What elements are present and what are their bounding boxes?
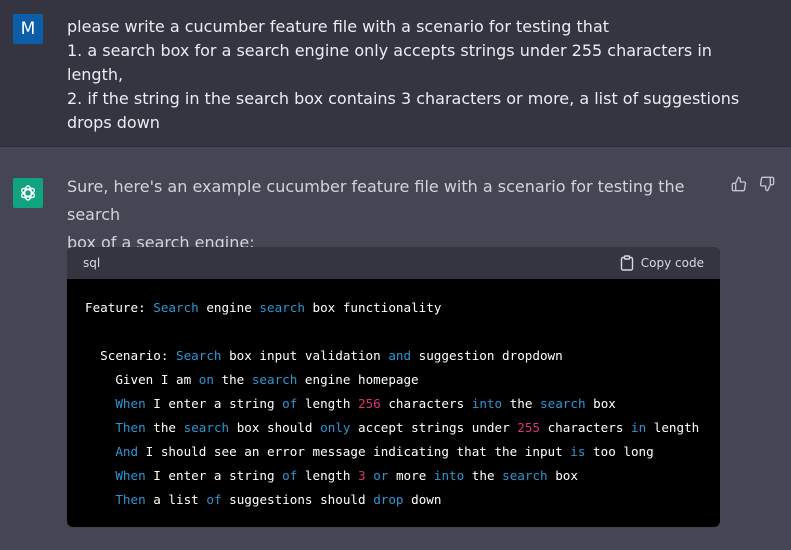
code-text: box functionality <box>304 300 442 315</box>
user-message-row: M please write a cucumber feature file w… <box>0 0 791 147</box>
assistant-message-line: Sure, here's an example cucumber feature… <box>67 177 685 224</box>
code-line: Then the search box should only accept s… <box>85 416 702 440</box>
code-text: characters <box>380 396 472 411</box>
code-keyword: only <box>320 420 351 435</box>
code-text: the <box>145 420 184 435</box>
code-keyword: Then <box>115 420 146 435</box>
code-text: length <box>297 468 359 483</box>
code-keyword: into <box>433 468 465 483</box>
code-text: accept strings under <box>350 420 518 435</box>
code-number: 255 <box>517 420 541 435</box>
thumbs-down-icon <box>759 176 775 192</box>
code-text: Given I am <box>85 372 199 387</box>
code-text: box <box>585 396 616 411</box>
code-text: down <box>403 492 442 507</box>
code-content: Feature: Search engine search box functi… <box>67 279 720 527</box>
code-keyword: of <box>282 396 298 411</box>
code-line: When I enter a string of length 3 or mor… <box>85 464 702 488</box>
code-text: suggestions should <box>221 492 374 507</box>
assistant-message: Sure, here's an example cucumber feature… <box>67 173 707 257</box>
assistant-avatar <box>13 178 43 208</box>
code-keyword: Search <box>153 300 199 315</box>
code-text: I should see an error message indicating… <box>138 444 571 459</box>
code-line: When I enter a string of length 256 char… <box>85 392 702 416</box>
code-text: suggestion dropdown <box>411 348 563 363</box>
code-line: Given I am on the search engine homepage <box>85 368 702 392</box>
code-keyword: on <box>198 372 214 387</box>
code-keyword: in <box>631 420 647 435</box>
code-keyword: When <box>115 396 146 411</box>
code-text: length <box>646 420 700 435</box>
feedback-buttons <box>730 175 776 193</box>
code-line: Scenario: Search box input validation an… <box>85 344 702 368</box>
code-text: engine homepage <box>297 372 419 387</box>
code-keyword: of <box>282 468 298 483</box>
thumbs-up-icon <box>731 176 747 192</box>
code-header: sql Copy code <box>67 247 720 279</box>
user-avatar: M <box>13 14 43 44</box>
code-keyword: into <box>471 396 503 411</box>
code-keyword: Then <box>115 492 146 507</box>
user-message-line: drops down <box>67 113 160 132</box>
user-message-line: 1. a search box for a search engine only… <box>67 41 712 84</box>
code-text: I enter a string <box>145 468 283 483</box>
code-keyword: search <box>259 300 305 315</box>
code-text: Feature: <box>85 300 154 315</box>
user-message-line: 2. if the string in the search box conta… <box>67 89 740 108</box>
code-keyword: and <box>388 348 412 363</box>
user-message-line: please write a cucumber feature file wit… <box>67 17 610 36</box>
code-keyword: drop <box>373 492 404 507</box>
copy-code-button[interactable]: Copy code <box>620 255 704 271</box>
code-keyword: search <box>502 468 548 483</box>
code-keyword: search <box>540 396 586 411</box>
code-keyword: Search <box>176 348 222 363</box>
code-number: 256 <box>358 396 381 411</box>
thumbs-down-button[interactable] <box>758 175 776 193</box>
assistant-message-row: Sure, here's an example cucumber feature… <box>0 147 791 550</box>
code-keyword: of <box>206 492 222 507</box>
code-text: I enter a string <box>145 396 283 411</box>
code-text: the <box>213 372 252 387</box>
thumbs-up-button[interactable] <box>730 175 748 193</box>
code-text: too long <box>585 444 654 459</box>
code-keyword: And <box>115 444 139 459</box>
code-keyword: When <box>115 468 146 483</box>
code-text: Scenario: <box>85 348 176 363</box>
code-text: more <box>388 468 434 483</box>
code-text: the <box>464 468 503 483</box>
code-line: Then a list of suggestions should drop d… <box>85 488 702 512</box>
code-line: And I should see an error message indica… <box>85 440 702 464</box>
code-keyword: or <box>373 468 389 483</box>
code-text: box should <box>229 420 321 435</box>
code-text: engine <box>198 300 260 315</box>
code-text: a list <box>145 492 207 507</box>
code-keyword: search <box>183 420 230 435</box>
code-text: characters <box>540 420 632 435</box>
code-language-label: sql <box>83 256 101 270</box>
code-number: 3 <box>358 468 366 483</box>
clipboard-icon <box>620 255 633 271</box>
code-keyword: search <box>251 372 298 387</box>
code-text: box input validation <box>221 348 389 363</box>
code-text: box <box>547 468 578 483</box>
code-line: Feature: Search engine search box functi… <box>85 296 702 320</box>
code-text: length <box>297 396 359 411</box>
code-block: sql Copy code Feature: Search engine sea… <box>67 247 720 527</box>
code-keyword: is <box>570 444 586 459</box>
openai-logo-icon <box>20 185 36 201</box>
copy-code-label: Copy code <box>640 256 704 270</box>
user-message: please write a cucumber feature file wit… <box>67 15 747 135</box>
code-text: the <box>502 396 541 411</box>
